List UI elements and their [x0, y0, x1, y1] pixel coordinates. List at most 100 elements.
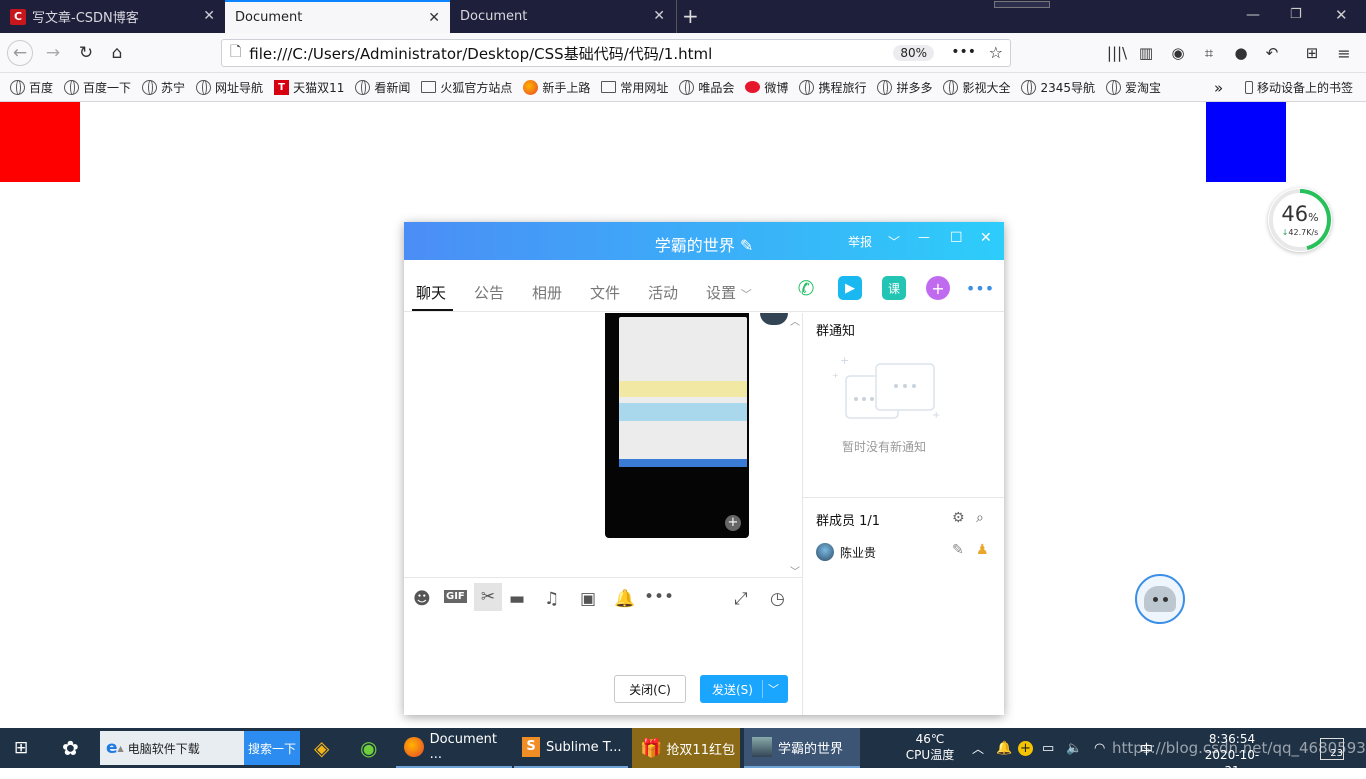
- new-tab-button[interactable]: +: [682, 4, 699, 28]
- edit-icon[interactable]: ✎: [740, 236, 753, 255]
- scroll-up-icon[interactable]: ︿: [790, 313, 800, 328]
- member-name[interactable]: 陈业贵: [840, 544, 876, 561]
- close-tab-icon[interactable]: ✕: [653, 8, 665, 24]
- bookmark-item[interactable]: 苏宁: [142, 79, 185, 96]
- close-tab-icon[interactable]: ✕: [428, 10, 440, 26]
- taskbar-red-envelope[interactable]: 🎁 抢双11红包: [632, 728, 740, 768]
- close-icon[interactable]: ✕: [980, 230, 992, 246]
- folder-icon[interactable]: ▬: [509, 589, 525, 609]
- report-button[interactable]: 举报: [848, 233, 872, 250]
- battery-icon[interactable]: ▭: [1042, 728, 1054, 768]
- tab-csdn[interactable]: C 写文章-CSDN博客 ✕: [0, 0, 225, 33]
- url-text[interactable]: file:///C:/Users/Administrator/Desktop/C…: [249, 43, 712, 64]
- bookmark-item[interactable]: 影视大全: [943, 79, 1010, 96]
- bell-icon[interactable]: 🔔: [614, 589, 635, 609]
- maximize-icon[interactable]: ☐: [950, 230, 963, 246]
- bookmark-item[interactable]: 携程旅行: [799, 79, 866, 96]
- page-actions-icon[interactable]: •••: [951, 44, 976, 60]
- flower-app-icon[interactable]: ✿: [62, 728, 79, 768]
- tray-expand-icon[interactable]: ︿: [972, 728, 984, 768]
- close-tab-icon[interactable]: ✕: [203, 8, 215, 24]
- zoom-badge[interactable]: 80%: [893, 45, 934, 61]
- notification-bell-icon[interactable]: 🔔: [996, 728, 1012, 768]
- bookmark-item[interactable]: 看新闻: [355, 79, 410, 96]
- video-icon[interactable]: ▶: [838, 276, 862, 300]
- search-icon[interactable]: ⌕: [976, 510, 984, 526]
- class-icon[interactable]: 课: [882, 276, 906, 300]
- bookmark-item[interactable]: 爱淘宝: [1106, 79, 1161, 96]
- clock[interactable]: 8:36:54 2020-10-31: [1198, 731, 1266, 779]
- add-app-icon[interactable]: +: [926, 276, 950, 300]
- performance-widget[interactable]: 46% ↓42.7K/s: [1268, 188, 1332, 252]
- search-input[interactable]: e ▲ 电脑软件下载: [100, 731, 244, 765]
- back-icon[interactable]: ←: [7, 40, 33, 66]
- wifi-icon[interactable]: ◠: [1094, 728, 1105, 768]
- group-title[interactable]: 学霸的世界 ✎: [404, 232, 1004, 256]
- taskbar-firefox[interactable]: Document ...: [396, 728, 512, 768]
- music-icon[interactable]: ♫: [544, 589, 559, 609]
- bookmark-item[interactable]: 百度: [10, 79, 53, 96]
- search-button[interactable]: 搜索一下: [244, 731, 300, 765]
- screenshot-icon[interactable]: ⌗: [1196, 40, 1222, 66]
- tab-document-active[interactable]: Document ✕: [225, 0, 450, 33]
- sketch-app-icon[interactable]: ◈: [314, 728, 329, 768]
- bookmark-item[interactable]: 拼多多: [877, 79, 932, 96]
- extensions-icon[interactable]: ⊞: [1299, 40, 1325, 66]
- windows-start-icon[interactable]: ⊞: [14, 728, 28, 768]
- action-center-icon[interactable]: 23: [1320, 738, 1344, 760]
- more-bookmarks-icon[interactable]: »: [1214, 79, 1223, 97]
- security-app-icon[interactable]: ◉: [360, 728, 377, 768]
- send-button[interactable]: 发送(S) ﹀: [700, 675, 788, 703]
- account-icon[interactable]: ◉: [1165, 40, 1191, 66]
- sidebar-icon[interactable]: ▥: [1133, 40, 1159, 66]
- volume-icon[interactable]: 🔈: [1066, 728, 1082, 768]
- menu-icon[interactable]: ≡: [1331, 40, 1357, 66]
- undo-icon[interactable]: ↶: [1259, 40, 1285, 66]
- dropdown-arrow-icon[interactable]: ▲: [118, 744, 124, 753]
- bookmark-star-icon[interactable]: ☆: [989, 43, 1003, 62]
- history-icon[interactable]: ◷: [770, 589, 785, 609]
- message-photo[interactable]: +: [605, 313, 749, 538]
- bookmark-item[interactable]: 常用网址: [601, 79, 668, 96]
- tab-document[interactable]: Document ✕: [450, 0, 675, 33]
- gif-icon[interactable]: GIF: [444, 590, 467, 603]
- edit-icon[interactable]: ✎: [952, 542, 964, 558]
- reload-icon[interactable]: ↻: [73, 40, 99, 66]
- more-icon[interactable]: •••: [966, 276, 994, 300]
- phone-icon[interactable]: ✆: [794, 276, 818, 300]
- scroll-down-icon[interactable]: ﹀: [790, 563, 800, 578]
- tab-chat[interactable]: 聊天: [416, 282, 446, 303]
- assistant-avatar-icon[interactable]: [1135, 574, 1185, 624]
- bookmark-item[interactable]: 新手上路: [523, 79, 590, 96]
- tab-album[interactable]: 相册: [532, 282, 562, 303]
- close-button[interactable]: 关闭(C): [614, 675, 686, 703]
- chevron-down-icon[interactable]: ﹀: [888, 233, 900, 250]
- taskbar-sublime[interactable]: S Sublime T...: [514, 728, 628, 768]
- bookmark-item[interactable]: 唯品会: [679, 79, 734, 96]
- scissors-icon[interactable]: ✂: [474, 583, 502, 611]
- image-icon[interactable]: ▣: [580, 589, 596, 609]
- chat-messages[interactable]: + ︿ ﹀: [404, 313, 802, 578]
- chevron-down-icon[interactable]: ﹀: [768, 681, 779, 697]
- emoji-icon[interactable]: ☻: [413, 589, 431, 609]
- more-icon[interactable]: •••: [644, 587, 674, 607]
- tab-settings[interactable]: 设置 ﹀: [706, 282, 752, 303]
- zoom-photo-icon[interactable]: +: [725, 515, 741, 531]
- forward-icon[interactable]: →: [40, 40, 66, 66]
- tab-files[interactable]: 文件: [590, 282, 620, 303]
- tray-plus-icon[interactable]: +: [1018, 728, 1033, 768]
- home-icon[interactable]: ⌂: [104, 40, 130, 66]
- members-settings-icon[interactable]: ⚙: [952, 510, 965, 526]
- close-window-icon[interactable]: ✕: [1335, 6, 1348, 24]
- minimize-icon[interactable]: —: [918, 230, 930, 244]
- bookmark-item[interactable]: 2345导航: [1021, 79, 1095, 96]
- taskbar-qq[interactable]: 学霸的世界: [744, 728, 860, 768]
- cpu-temperature[interactable]: 46℃ CPU温度: [898, 731, 962, 763]
- expand-icon[interactable]: ⤢: [734, 589, 748, 609]
- restore-icon[interactable]: ❐: [1290, 7, 1302, 22]
- bookmark-item[interactable]: 火狐官方站点: [421, 79, 512, 96]
- address-bar[interactable]: 🗋 file:///C:/Users/Administrator/Desktop…: [221, 39, 1011, 67]
- minimize-icon[interactable]: —: [1246, 7, 1260, 23]
- tab-announcement[interactable]: 公告: [474, 282, 504, 303]
- bookmark-item[interactable]: 网址导航: [196, 79, 263, 96]
